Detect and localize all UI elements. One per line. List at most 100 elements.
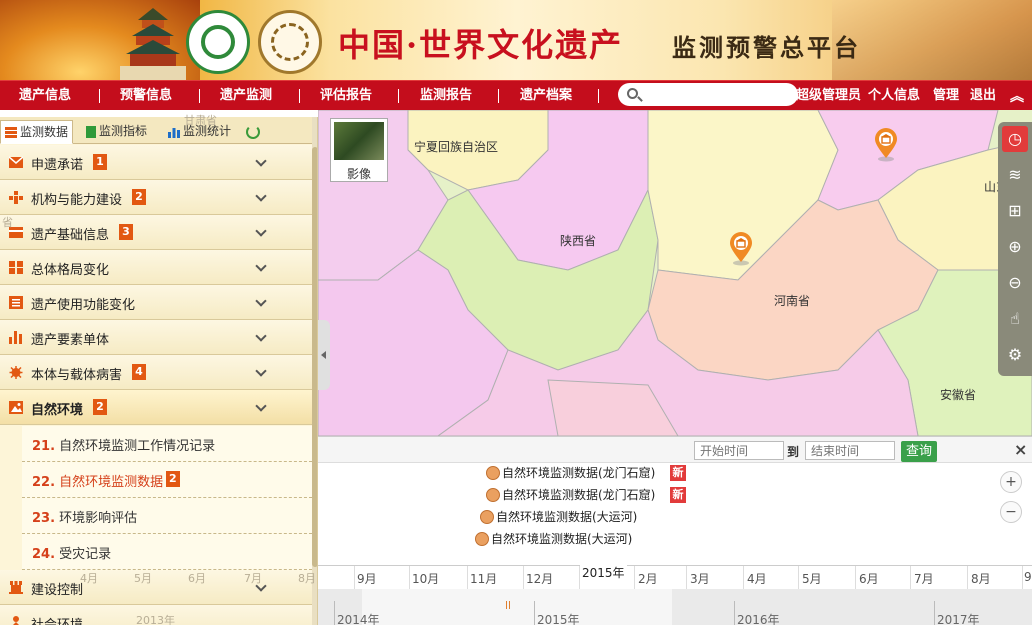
- accordion-label: 遗产基础信息: [31, 228, 110, 243]
- sub-item-monitoring-data[interactable]: 22. 自然环境监测数据 2: [22, 462, 312, 498]
- zoom-out-icon[interactable]: ⊖: [1002, 270, 1028, 296]
- accordion-label: 遗产要素单体: [31, 333, 110, 348]
- query-button[interactable]: 查询: [901, 441, 937, 462]
- start-time-input[interactable]: [694, 441, 784, 460]
- accordion-label: 机构与能力建设: [31, 193, 123, 208]
- sub-item-impact-assessment[interactable]: 23. 环境影响评估: [22, 498, 312, 534]
- tab-monitoring-data[interactable]: 监测数据: [0, 120, 74, 144]
- gear-icon[interactable]: ⚙: [1002, 342, 1028, 368]
- province-label: 陕西省: [560, 234, 597, 248]
- year-tick: [934, 601, 935, 625]
- panel-collapse-handle[interactable]: [318, 320, 330, 390]
- personal-info-link[interactable]: 个人信息: [868, 81, 920, 111]
- collapse-up-icon[interactable]: ︽: [1010, 86, 1024, 106]
- tab-monitoring-indicators[interactable]: 监测指标: [86, 120, 147, 144]
- month-label: 11月: [470, 572, 498, 586]
- zoom-in-icon[interactable]: ⊕: [1002, 234, 1028, 260]
- sub-item-label: 21. 自然环境监测工作情况记录: [32, 439, 216, 454]
- pan-hand-icon[interactable]: ☝: [1002, 306, 1028, 332]
- accordion-item-elements[interactable]: 遗产要素单体: [0, 320, 312, 355]
- layers-icon[interactable]: ≋: [1002, 162, 1028, 188]
- nav-separator: [398, 89, 399, 103]
- search-box[interactable]: [618, 83, 798, 106]
- month-label: 6月: [859, 572, 879, 586]
- count-badge: 2: [132, 189, 146, 205]
- nav-item-heritage-info[interactable]: 遗产信息: [19, 81, 71, 111]
- month-label: 2月: [638, 572, 658, 586]
- grid-icon: [9, 261, 23, 274]
- bar-chart-icon: [168, 127, 180, 138]
- tab-label: 监测数据: [20, 125, 69, 139]
- nav-separator: [498, 89, 499, 103]
- virus-icon: [9, 366, 23, 379]
- year-label: 2015年: [537, 613, 580, 625]
- bars-icon: [9, 331, 22, 344]
- sub-item-disaster-record[interactable]: 24. 受灾记录: [22, 534, 312, 570]
- chevron-down-icon: [255, 365, 267, 377]
- temple-of-heaven-icon: [120, 8, 186, 80]
- chevron-down-icon: [255, 295, 267, 307]
- current-year-label: 2015年: [580, 564, 627, 581]
- sub-item-label: 24. 受灾记录: [32, 547, 112, 562]
- nav-separator: [598, 89, 599, 103]
- world-heritage-logo: [186, 10, 250, 74]
- timeline-selected-range[interactable]: [362, 589, 672, 625]
- month-label: 7月: [914, 572, 934, 586]
- count-badge: 3: [119, 224, 133, 240]
- timeline-year-overview[interactable]: 2014年 2015年 2016年 2017年: [318, 589, 1032, 625]
- nav-item-heritage-monitoring[interactable]: 遗产监测: [220, 81, 272, 111]
- heritage-site-pin-icon[interactable]: [874, 128, 898, 162]
- list-icon: [9, 296, 23, 309]
- imagery-layer-toggle[interactable]: 影像: [330, 118, 388, 182]
- table-icon[interactable]: ⊞: [1002, 198, 1028, 224]
- sub-item-label: 22. 自然环境监测数据: [32, 475, 164, 490]
- event-label: 自然环境监测数据(龙门石窟): [502, 488, 656, 502]
- site-title: 中国·世界文化遗产: [338, 26, 624, 64]
- new-badge: 新: [670, 465, 686, 481]
- nav-item-monitoring-report[interactable]: 监测报告: [420, 81, 472, 111]
- manage-link[interactable]: 管理: [933, 81, 959, 111]
- accordion-item-pattern-change[interactable]: 总体格局变化: [0, 250, 312, 285]
- accordion-item-disease[interactable]: 本体与载体病害 4: [0, 355, 312, 390]
- new-badge: 新: [670, 487, 686, 503]
- main-nav: 遗产信息 预警信息 遗产监测 评估报告 监测报告 遗产档案 超级管理员 个人信息…: [0, 80, 1032, 110]
- heritage-site-pin-icon[interactable]: [729, 232, 753, 266]
- ghost-province-label: 甘肃省: [184, 114, 217, 127]
- event-marker: [506, 601, 510, 609]
- left-panel: 监测数据 监测指标 监测统计 申遗承诺 1 机构与能力建设 2 遗产基础信息 3…: [0, 117, 318, 625]
- database-icon: [5, 127, 17, 138]
- end-time-input[interactable]: [805, 441, 895, 460]
- nav-item-heritage-archive[interactable]: 遗产档案: [520, 81, 572, 111]
- nav-item-warning-info[interactable]: 预警信息: [120, 81, 172, 111]
- chevron-down-icon: [255, 400, 267, 412]
- site-subtitle: 监测预警总平台: [672, 33, 861, 62]
- event-dot-icon: [486, 488, 500, 502]
- year-tick: [734, 601, 735, 625]
- accordion-item-institution[interactable]: 机构与能力建设 2: [0, 180, 312, 215]
- accordion-label: 总体格局变化: [31, 263, 110, 278]
- chevron-down-icon: [255, 155, 267, 167]
- close-icon[interactable]: ×: [1014, 440, 1027, 459]
- accordion-label: 申遗承诺: [31, 158, 84, 173]
- accordion-item-nomination-commitment[interactable]: 申遗承诺 1: [0, 145, 312, 180]
- nav-item-assessment-report[interactable]: 评估报告: [320, 81, 372, 111]
- accordion-item-basic-info[interactable]: 遗产基础信息 3: [0, 215, 312, 250]
- map-view[interactable]: 宁夏回族自治区 陕西省 河南省 山东省 安徽省 影像: [318, 110, 1032, 436]
- nav-separator: [199, 89, 200, 103]
- event-label: 自然环境监测数据(龙门石窟): [502, 466, 656, 480]
- count-badge: 1: [93, 154, 107, 170]
- search-input[interactable]: [644, 86, 792, 103]
- sub-item-monitoring-record[interactable]: 21. 自然环境监测工作情况记录: [22, 426, 312, 462]
- timeline-zoom-in-icon[interactable]: +: [1000, 471, 1022, 493]
- clock-icon[interactable]: ◷: [1002, 126, 1028, 152]
- timeline-zoom-out-icon[interactable]: −: [1000, 501, 1022, 523]
- image-icon: [9, 401, 23, 414]
- accordion-item-use-change[interactable]: 遗产使用功能变化: [0, 285, 312, 320]
- accordion-item-natural-environment[interactable]: 自然环境 2: [0, 390, 312, 425]
- refresh-icon[interactable]: [246, 125, 260, 139]
- accordion-label: 遗产使用功能变化: [31, 298, 136, 313]
- accordion-item-construction-control[interactable]: 建设控制: [0, 570, 312, 605]
- chevron-down-icon: [255, 225, 267, 237]
- count-badge: 2: [93, 399, 107, 415]
- logout-link[interactable]: 退出: [970, 81, 996, 111]
